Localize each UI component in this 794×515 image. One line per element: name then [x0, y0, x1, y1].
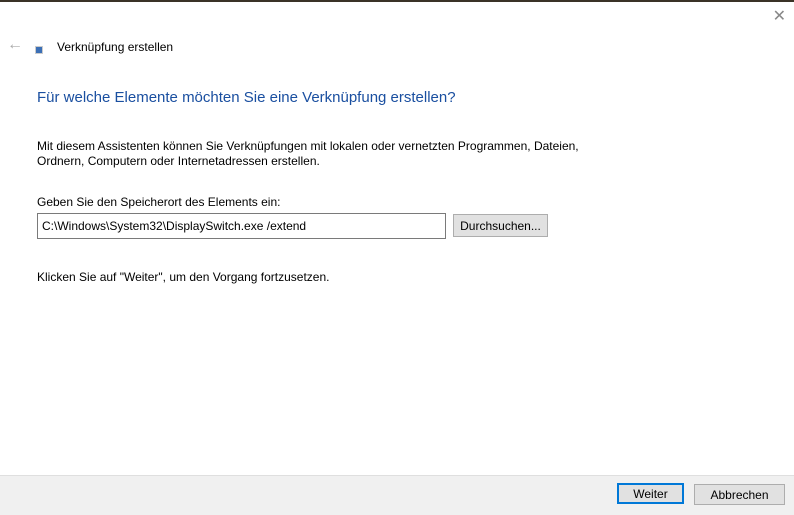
browse-button[interactable]: Durchsuchen... [453, 214, 548, 237]
top-edge [0, 0, 794, 2]
window-title: Verknüpfung erstellen [57, 40, 174, 54]
hint-text: Klicken Sie auf "Weiter", um den Vorgang… [37, 270, 330, 284]
back-arrow-icon[interactable]: ← [7, 36, 23, 54]
close-icon[interactable]: ✕ [773, 6, 786, 26]
cancel-button[interactable]: Abbrechen [694, 484, 785, 505]
page-heading: Für welche Elemente möchten Sie eine Ver… [37, 89, 456, 106]
location-label: Geben Sie den Speicherort des Elements e… [37, 195, 281, 209]
description: Mit diesem Assistenten können Sie Verknü… [37, 139, 579, 168]
location-input[interactable] [37, 213, 446, 239]
next-button[interactable]: Weiter [617, 483, 684, 504]
shortcut-icon [35, 46, 43, 54]
